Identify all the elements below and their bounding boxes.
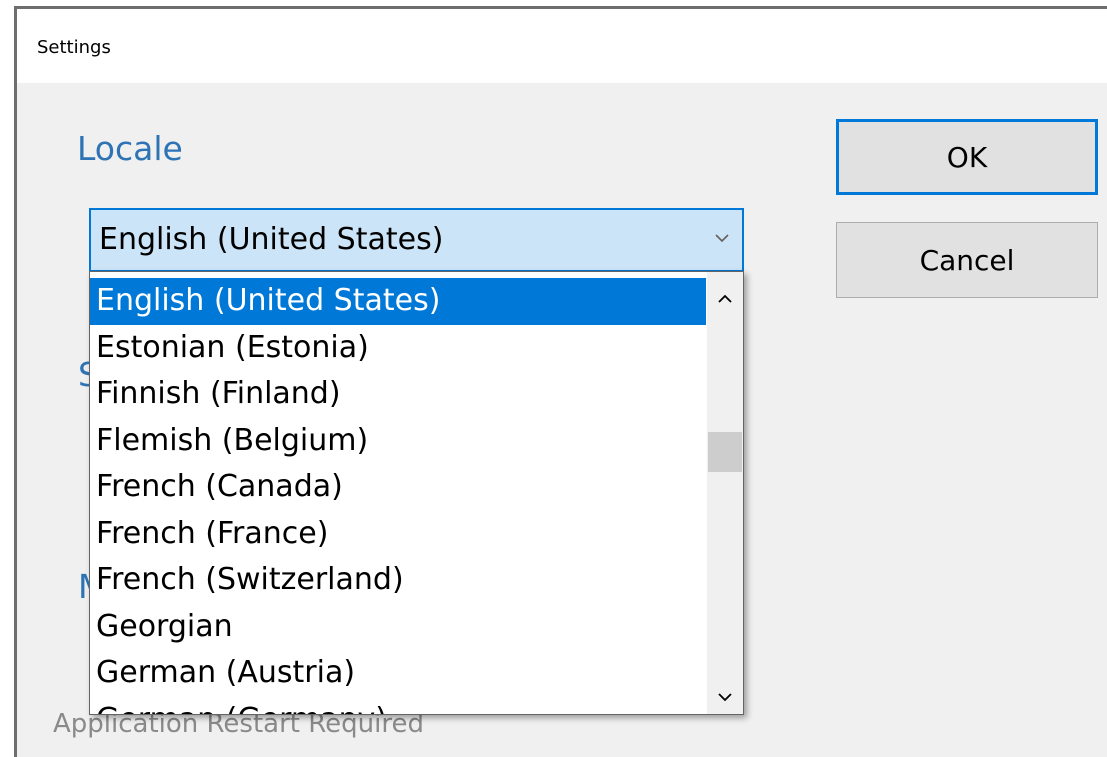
list-item[interactable]: German (Austria) [90,650,706,697]
chevron-up-icon[interactable] [707,282,743,316]
options-list: English (United States) Estonian (Estoni… [90,278,706,715]
settings-dialog: Settings Locale S M Application Restart … [14,6,1107,757]
list-item[interactable]: French (France) [90,511,706,558]
chevron-down-icon[interactable] [712,228,732,248]
list-item[interactable]: Georgian [90,604,706,651]
vertical-scrollbar[interactable] [707,272,743,714]
locale-label: Locale [77,129,183,168]
title-bar: Settings [17,9,1107,83]
list-item[interactable]: Finnish (Finland) [90,371,706,418]
list-item[interactable]: French (Canada) [90,464,706,511]
ok-button[interactable]: OK [836,119,1098,195]
chevron-down-icon[interactable] [707,680,743,714]
locale-options-list: English (United States) Estonian (Estoni… [89,271,744,715]
locale-dropdown[interactable]: English (United States) [89,208,744,272]
list-item[interactable]: French (Switzerland) [90,557,706,604]
cancel-button[interactable]: Cancel [836,222,1098,298]
list-item[interactable]: Estonian (Estonia) [90,325,706,372]
window-title: Settings [37,37,111,58]
list-item[interactable]: English (United States) [90,278,706,325]
list-item[interactable]: Flemish (Belgium) [90,418,706,465]
locale-selected-value: English (United States) [99,222,444,257]
list-item[interactable]: German (Germany) [90,697,706,715]
scrollbar-thumb[interactable] [708,432,742,472]
